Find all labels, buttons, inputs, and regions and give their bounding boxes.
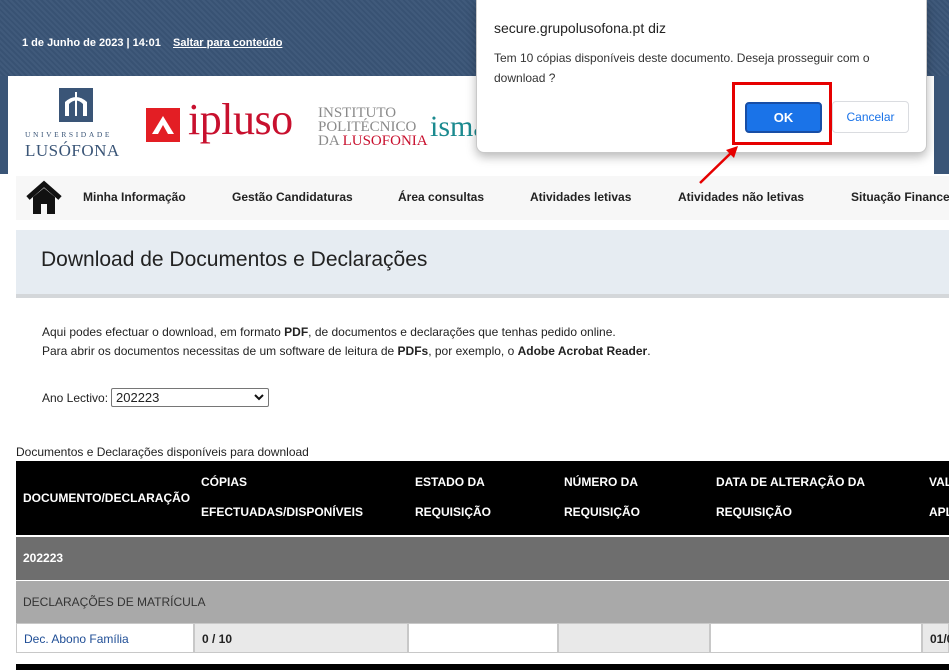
confirm-dialog: secure.grupolusofona.pt diz Tem 10 cópia… (476, 0, 927, 153)
brand-left-strip (0, 76, 8, 174)
page-title-bar: Download de Documentos e Declarações (16, 230, 949, 298)
dialog-message: Tem 10 cópias disponíveis deste document… (494, 51, 870, 85)
table-header: DOCUMENTO/DECLARAÇÃO CÓPIAS EFECTUADAS/DI… (16, 461, 949, 535)
table-caption: Documentos e Declarações disponíveis par… (16, 445, 309, 459)
ipl-line3-red: LUSOFONIA (342, 133, 428, 149)
chevron-down-icon (253, 389, 265, 408)
table-row-category: DECLARAÇÕES DE MATRÍCULA (16, 581, 949, 623)
ipl-line3-prefix: DA (318, 133, 343, 149)
annotation-arrow-icon (699, 146, 738, 184)
universidade-lusofona-logo[interactable]: UNIVERSIDADE LUSÓFONA (25, 86, 131, 164)
ipluso-square-icon (146, 108, 180, 142)
logo-universidade-text: UNIVERSIDADE (25, 130, 113, 139)
lusofona-emblem-icon (59, 88, 93, 122)
document-link[interactable]: Dec. Abono Família (24, 632, 129, 646)
category-label: DECLARAÇÕES DE MATRÍCULA (23, 595, 206, 609)
header-text: VAL (929, 475, 949, 489)
cell-numero (558, 623, 710, 653)
instituto-politecnico-logo[interactable]: INSTITUTO POLITÉCNICO DA LUSOFONIA (318, 105, 428, 149)
header-text: NÚMERO DA (564, 475, 638, 489)
column-header-estado: ESTADO DA REQUISIÇÃO (415, 467, 491, 527)
ano-lectivo-select[interactable]: 202223 (111, 388, 269, 407)
intro-pdfs-bold: PDFs (397, 344, 429, 358)
cancel-button[interactable]: Cancelar (832, 101, 909, 133)
home-icon (26, 180, 62, 214)
column-header-validade: VAL APL (929, 467, 949, 527)
ano-lectivo-value: 202223 (116, 390, 160, 405)
column-header-data-alteracao: DATA DE ALTERAÇÃO DA REQUISIÇÃO (716, 467, 865, 527)
header-text: ESTADO DA (415, 475, 485, 489)
cell-validade: 01/0 (922, 623, 949, 653)
header-text: REQUISIÇÃO (564, 505, 641, 519)
nav-item-situacao-financeira[interactable]: Situação Financeira (851, 190, 949, 204)
header-text: EFECTUADAS/DISPONÍVEIS (201, 505, 364, 519)
skip-to-content-link[interactable]: Saltar para conteúdo (173, 37, 282, 49)
header-text: DATA DE ALTERAÇÃO DA (716, 475, 866, 489)
header-text: REQUISIÇÃO (716, 505, 793, 519)
cell-copias: 0 / 10 (194, 623, 408, 653)
header-text: APL (929, 505, 949, 519)
nav-item-area-consultas[interactable]: Área consultas (398, 190, 484, 204)
validade-value: 01/0 (930, 632, 949, 646)
nav-item-minha-informacao[interactable]: Minha Informação (83, 190, 186, 204)
brand-right-strip (934, 76, 949, 174)
intro-pdf-bold: PDF (284, 325, 309, 339)
current-date: 1 de Junho de 2023 | 14:01 (22, 37, 161, 49)
intro-text-part: , por exemplo, o (428, 344, 518, 358)
home-button[interactable] (22, 176, 66, 220)
highlight-box (732, 82, 832, 145)
logo-lusofona-text: LUSÓFONA (25, 141, 120, 160)
column-header-documento: DOCUMENTO/DECLARAÇÃO (23, 483, 190, 513)
column-header-numero: NÚMERO DA REQUISIÇÃO (564, 467, 640, 527)
table-row-year: 202223 (16, 537, 949, 580)
column-header-copias: CÓPIAS EFECTUADAS/DISPONÍVEIS (201, 467, 363, 527)
table-row: Dec. Abono Família 0 / 10 01/0 (16, 623, 949, 654)
ipl-line3: DA LUSOFONIA (318, 133, 428, 149)
header-text: CÓPIAS (201, 475, 248, 489)
intro-text-part: Aqui podes efectuar o download, em forma… (42, 325, 285, 339)
cell-data-alteracao (710, 623, 922, 653)
intro-text: Aqui podes efectuar o download, em forma… (42, 323, 651, 361)
nav-item-gestao-candidaturas[interactable]: Gestão Candidaturas (232, 190, 353, 204)
cell-documento: Dec. Abono Família (16, 623, 194, 653)
copies-value: 0 / 10 (202, 632, 233, 646)
nav-item-atividades-nao-letivas[interactable]: Atividades não letivas (678, 190, 804, 204)
nav-item-atividades-letivas[interactable]: Atividades letivas (530, 190, 631, 204)
intro-acrobat-bold: Adobe Acrobat Reader (517, 344, 648, 358)
ipluso-wordmark: ipluso (188, 95, 293, 144)
intro-text-part: Para abrir os documentos necessitas de u… (42, 344, 398, 358)
intro-line-1: Aqui podes efectuar o download, em forma… (42, 323, 651, 342)
ipl-line2: POLITÉCNICO (318, 119, 417, 135)
intro-text-part: , de documentos e declarações que tenhas… (308, 325, 616, 339)
intro-line-2: Para abrir os documentos necessitas de u… (42, 342, 651, 361)
year-label: 202223 (23, 551, 64, 565)
ano-lectivo-label: Ano Lectivo: (42, 391, 109, 405)
header-text: DOCUMENTO/DECLARAÇÃO (23, 491, 191, 505)
intro-text-part: . (647, 344, 651, 358)
page-title: Download de Documentos e Declarações (41, 248, 428, 271)
ipl-line1: INSTITUTO (318, 105, 397, 121)
table-bottom-border (16, 664, 949, 670)
dialog-title: secure.grupolusofona.pt diz (494, 20, 666, 36)
header-text: REQUISIÇÃO (415, 505, 492, 519)
cell-estado (408, 623, 558, 653)
